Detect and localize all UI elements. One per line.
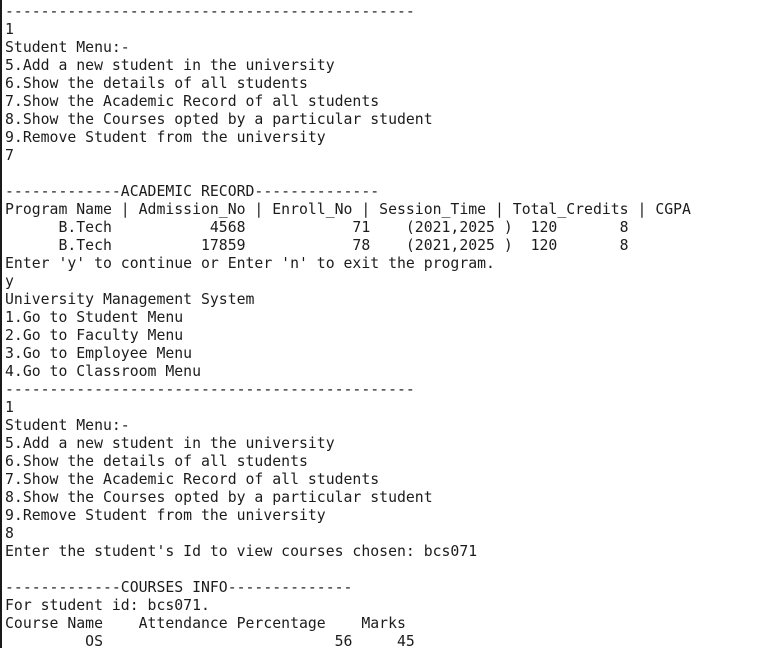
- main-menu-option-faculty: 2.Go to Faculty Menu: [5, 327, 184, 344]
- menu-option-academic-record: 7.Show the Academic Record of all studen…: [5, 93, 380, 110]
- user-input-line: y: [5, 273, 14, 290]
- courses-header-row: Course Name Attendance Percentage Marks: [5, 615, 406, 632]
- continue-prompt: Enter 'y' to continue or Enter 'n' to ex…: [5, 255, 495, 272]
- courses-info-heading: -------------COURSES INFO--------------: [5, 579, 353, 596]
- academic-record-heading: -------------ACADEMIC RECORD------------…: [5, 183, 380, 200]
- menu-option-remove-student: 9.Remove Student from the university: [5, 507, 326, 524]
- main-menu-heading: University Management System: [5, 291, 255, 308]
- menu-option-add-student: 5.Add a new student in the university: [5, 435, 335, 452]
- terminal-left-border: [0, 0, 2, 648]
- menu-option-show-details: 6.Show the details of all students: [5, 453, 308, 470]
- user-input-line: 8: [5, 525, 14, 542]
- terminal-window[interactable]: ----------------------------------------…: [0, 0, 765, 648]
- separator-line: ----------------------------------------…: [5, 3, 415, 20]
- user-input-line: 1: [5, 399, 14, 416]
- user-input-line: 7: [5, 147, 14, 164]
- menu-option-show-details: 6.Show the details of all students: [5, 75, 308, 92]
- student-menu-heading: Student Menu:-: [5, 39, 130, 56]
- main-menu-option-student: 1.Go to Student Menu: [5, 309, 184, 326]
- menu-option-remove-student: 9.Remove Student from the university: [5, 129, 326, 146]
- academic-record-row: B.Tech 17859 78 (2021,2025 ) 120 8: [5, 237, 629, 254]
- courses-row: OS 56 45: [5, 633, 415, 648]
- main-menu-option-classroom: 4.Go to Classroom Menu: [5, 363, 201, 380]
- menu-option-courses-opted: 8.Show the Courses opted by a particular…: [5, 489, 433, 506]
- academic-record-header-row: Program Name | Admission_No | Enroll_No …: [5, 201, 691, 218]
- menu-option-add-student: 5.Add a new student in the university: [5, 57, 335, 74]
- courses-student-id-line: For student id: bcs071.: [5, 597, 210, 614]
- student-menu-heading: Student Menu:-: [5, 417, 130, 434]
- user-input-line: 1: [5, 21, 14, 38]
- menu-option-courses-opted: 8.Show the Courses opted by a particular…: [5, 111, 433, 128]
- separator-line: ----------------------------------------…: [5, 381, 415, 398]
- academic-record-row: B.Tech 4568 71 (2021,2025 ) 120 8: [5, 219, 629, 236]
- terminal-output: ----------------------------------------…: [5, 3, 691, 648]
- menu-option-academic-record: 7.Show the Academic Record of all studen…: [5, 471, 380, 488]
- main-menu-option-employee: 3.Go to Employee Menu: [5, 345, 193, 362]
- student-id-prompt: Enter the student's Id to view courses c…: [5, 543, 478, 560]
